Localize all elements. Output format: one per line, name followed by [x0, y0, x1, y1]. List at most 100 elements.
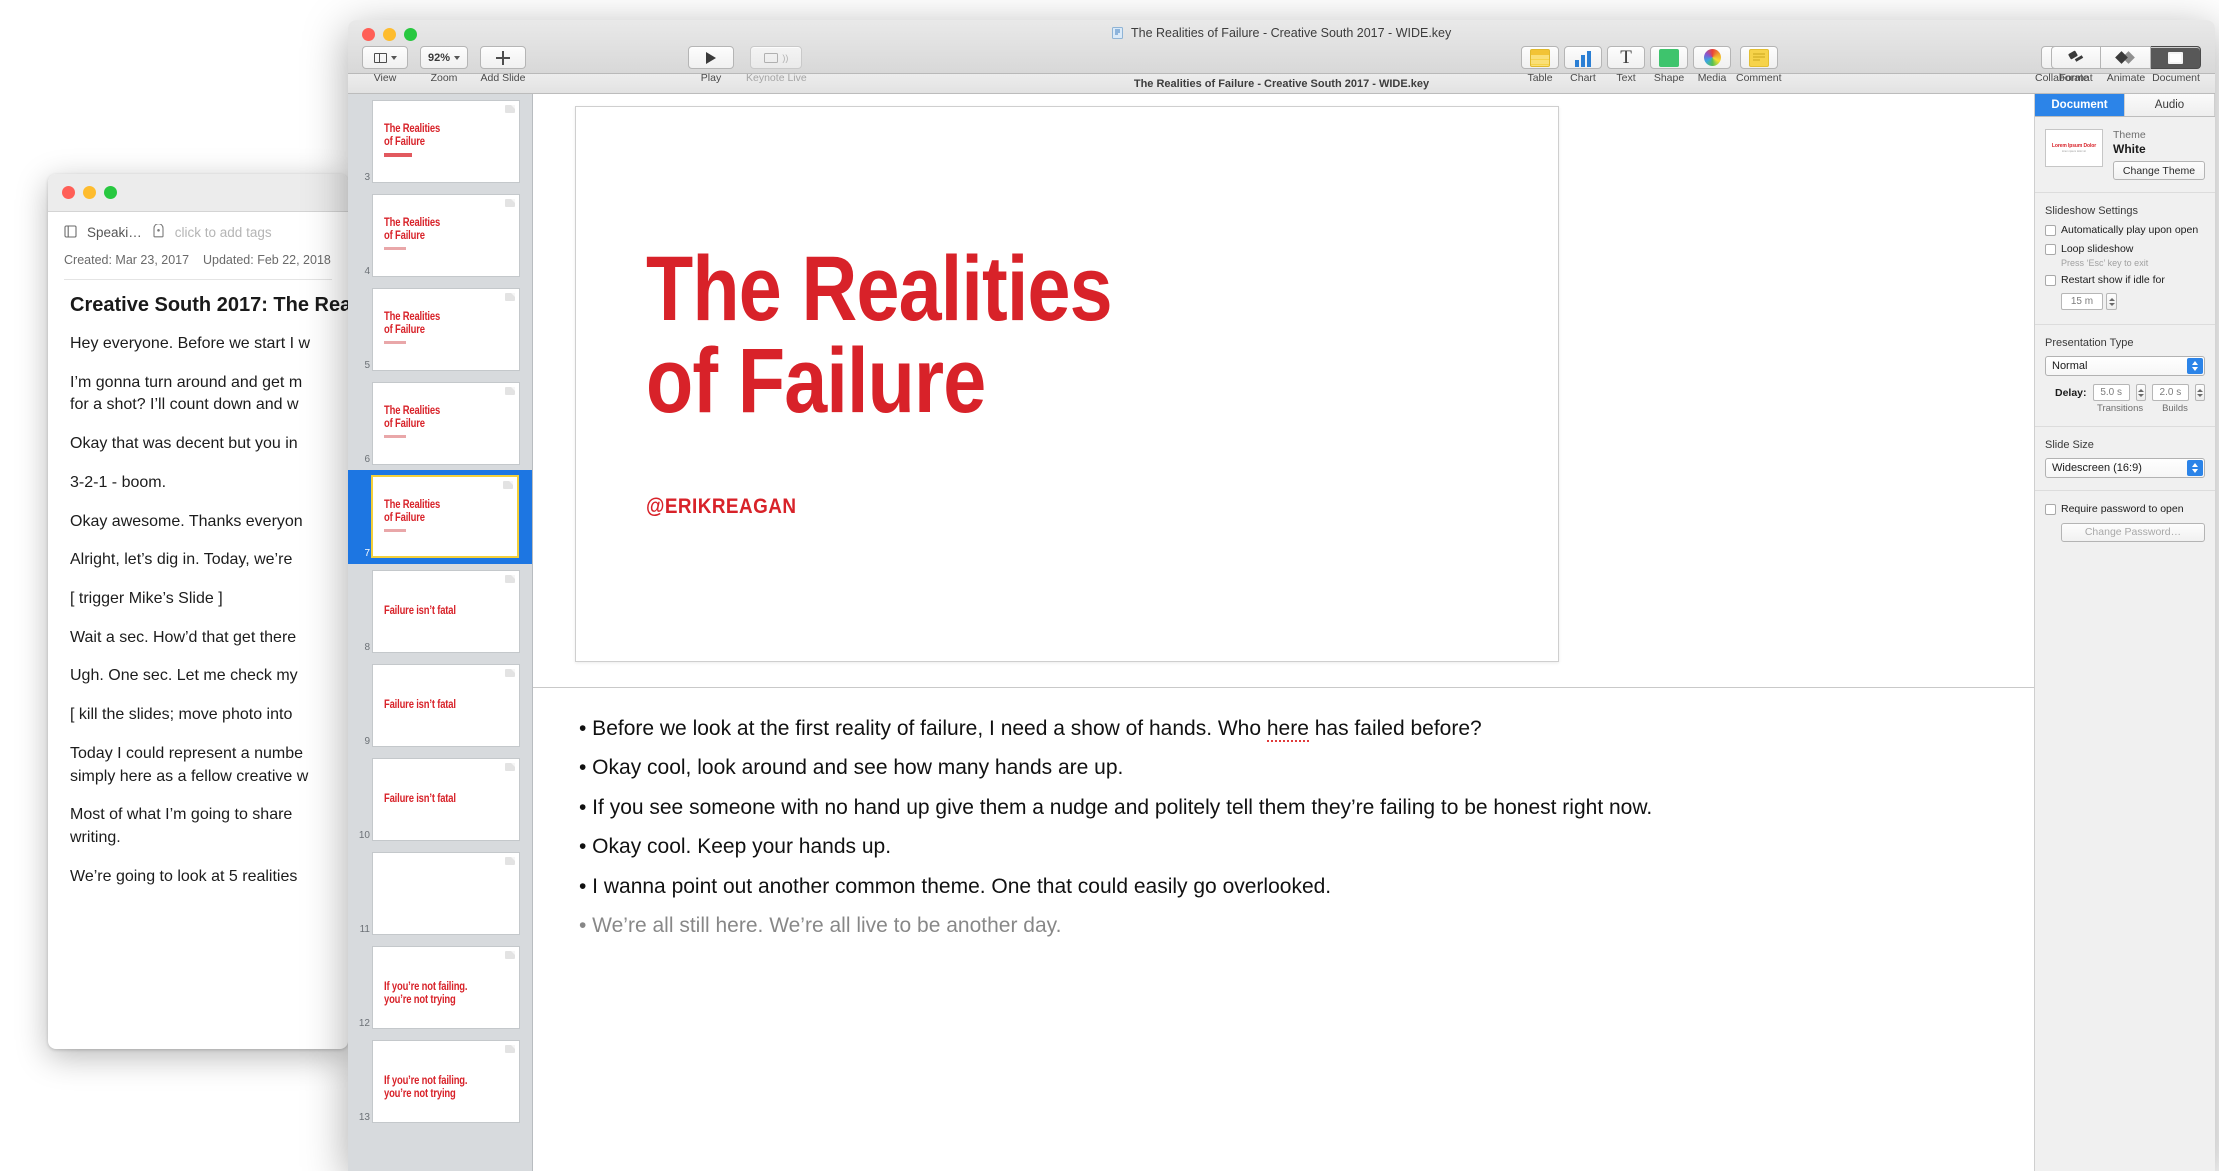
- loop-slideshow-checkbox[interactable]: [2045, 244, 2056, 256]
- restart-idle-value[interactable]: 15 m: [2061, 293, 2103, 311]
- slide-thumbnail-12[interactable]: 12 If you’re not failing. you’re not tryin…: [348, 940, 532, 1034]
- slide-thumbnail-7[interactable]: 7 The Realities of Failure: [348, 470, 532, 564]
- restart-idle-stepper[interactable]: [2106, 293, 2117, 311]
- maximize-icon[interactable]: [104, 186, 117, 199]
- slide-thumbnail-image[interactable]: If you’re not failing. you’re not trying: [372, 1040, 520, 1123]
- restart-idle-stepper-row[interactable]: 15 m: [2061, 293, 2205, 311]
- inspector-tabs[interactable]: Document Audio: [2035, 94, 2215, 117]
- note-paragraph: I’m gonna turn around and get m for a sho…: [70, 373, 303, 414]
- table-button[interactable]: Table: [1521, 46, 1559, 84]
- keynote-live-label: Keynote Live: [746, 72, 807, 84]
- text-button[interactable]: T Text: [1607, 46, 1645, 84]
- presenter-notes-pane[interactable]: • Before we look at the first reality of…: [533, 687, 2034, 1171]
- presentation-type-select[interactable]: Normal: [2045, 356, 2205, 377]
- keynote-live-button[interactable]: )) Keynote Live: [746, 46, 807, 84]
- builds-delay-stepper[interactable]: [2195, 384, 2205, 402]
- format-inspector-button[interactable]: Format: [2051, 46, 2101, 84]
- slide-thumbnail-image[interactable]: The Realities of Failure: [372, 382, 520, 465]
- thumbnail-handle: [384, 529, 406, 532]
- presenter-note-line: • Before we look at the first reality of…: [579, 717, 1482, 742]
- close-icon[interactable]: [62, 186, 75, 199]
- theme-thumbnail[interactable]: Lorem Ipsum Dolor lorem ipsum dolor sit: [2045, 129, 2103, 167]
- slide-thumbnail-10[interactable]: 10 Failure isn’t fatal: [348, 752, 532, 846]
- transitions-delay-stepper[interactable]: [2135, 384, 2146, 402]
- require-password-row[interactable]: Require password to open: [2045, 503, 2205, 516]
- slide-handle-text[interactable]: @ERIKREAGAN: [646, 495, 796, 519]
- document-inspector[interactable]: Document Audio Lorem Ipsum Dolor lorem i…: [2035, 94, 2215, 1171]
- notes-window-titlebar[interactable]: [48, 174, 348, 212]
- slide-thumbnail-image[interactable]: The Realities of Failure: [372, 288, 520, 371]
- slide-number: 8: [364, 642, 370, 653]
- notebook-name[interactable]: Speaki…: [87, 225, 142, 240]
- tags-input[interactable]: click to add tags: [175, 225, 272, 240]
- slide-thumbnail-image[interactable]: The Realities of Failure: [371, 475, 519, 558]
- toolbar-inspector-group: Format Animate Document: [2051, 46, 2201, 84]
- zoom-button[interactable]: 92% Zoom: [420, 46, 468, 84]
- slide-thumbnail-image[interactable]: Failure isn’t fatal: [372, 758, 520, 841]
- document-inspector-button[interactable]: Document: [2151, 46, 2201, 84]
- slide-thumbnail-image[interactable]: Failure isn’t fatal: [372, 570, 520, 653]
- notes-window[interactable]: Speaki… click to add tags Created: Mar 2…: [48, 174, 348, 1049]
- slide-number: 10: [358, 830, 370, 841]
- notes-body[interactable]: Creative South 2017: The Real Hey everyo…: [48, 280, 348, 889]
- play-button[interactable]: Play: [688, 46, 734, 84]
- slide-canvas-area[interactable]: The Realities of Failure @ERIKREAGAN: [533, 94, 2034, 687]
- slide-thumbnail-13[interactable]: 13 If you’re not failing. you’re not tryin…: [348, 1034, 532, 1128]
- keynote-window[interactable]: The Realities of Failure - Creative Sout…: [348, 20, 2215, 1171]
- slide-thumbnail-6[interactable]: 6 The Realities of Failure: [348, 376, 532, 470]
- change-password-button[interactable]: Change Password…: [2061, 522, 2205, 542]
- chart-button[interactable]: Chart: [1564, 46, 1602, 84]
- auto-play-label: Automatically play upon open: [2061, 224, 2199, 236]
- slide-number: 11: [359, 924, 370, 935]
- thumbnail-title: The Realities of Failure: [384, 123, 441, 148]
- tab-audio[interactable]: Audio: [2125, 94, 2215, 116]
- add-slide-button[interactable]: Add Slide: [480, 46, 526, 84]
- slide-size-select[interactable]: Widescreen (16:9): [2045, 458, 2205, 479]
- slide-thumbnail-image[interactable]: The Realities of Failure: [372, 194, 520, 277]
- auto-play-row[interactable]: Automatically play upon open: [2045, 224, 2205, 237]
- require-password-checkbox[interactable]: [2045, 504, 2056, 516]
- slide-thumbnail-11[interactable]: 11: [348, 846, 532, 940]
- change-theme-button[interactable]: Change Theme: [2113, 161, 2205, 180]
- animate-inspector-button[interactable]: Animate: [2101, 46, 2151, 84]
- auto-play-checkbox[interactable]: [2045, 225, 2056, 236]
- loop-slideshow-row[interactable]: Loop slideshow: [2045, 243, 2205, 256]
- theme-section: Lorem Ipsum Dolor lorem ipsum dolor sit …: [2035, 117, 2215, 193]
- builds-delay-value[interactable]: 2.0 s: [2151, 384, 2190, 402]
- presenter-note-line: • If you see someone with no hand up giv…: [579, 795, 1653, 819]
- comment-button[interactable]: Comment: [1736, 46, 1782, 84]
- comment-label: Comment: [1736, 72, 1782, 84]
- tab-document[interactable]: Document: [2035, 94, 2125, 116]
- slide-thumbnail-5[interactable]: 5 The Realities of Failure: [348, 282, 532, 376]
- tag-icon[interactable]: [152, 223, 165, 241]
- restart-idle-row[interactable]: Restart show if idle for: [2045, 274, 2205, 287]
- slide-title[interactable]: The Realities of Failure: [646, 243, 1113, 427]
- keynote-toolbar[interactable]: The Realities of Failure - Creative Sout…: [348, 20, 2215, 84]
- slide-thumbnail-image[interactable]: If you’re not failing. you’re not trying: [372, 946, 520, 1029]
- media-button[interactable]: Media: [1693, 46, 1731, 84]
- thumbnail-title: Failure isn’t fatal: [384, 699, 456, 711]
- slide-thumbnail-9[interactable]: 9 Failure isn’t fatal: [348, 658, 532, 752]
- chevron-down-icon: [454, 55, 461, 60]
- notebook-icon: [64, 224, 77, 241]
- restart-idle-checkbox[interactable]: [2045, 275, 2056, 287]
- transitions-delay-value[interactable]: 5.0 s: [2092, 384, 2130, 402]
- slide-canvas[interactable]: The Realities of Failure @ERIKREAGAN: [575, 106, 1559, 662]
- minimize-icon[interactable]: [83, 186, 96, 199]
- view-button[interactable]: View: [362, 46, 408, 84]
- note-paragraph: We’re going to look at 5 realities: [70, 867, 298, 885]
- note-paragraph: Wait a sec. How’d that get there: [70, 628, 297, 646]
- slide-thumbnail-4[interactable]: 4 The Realities of Failure: [348, 188, 532, 282]
- shape-button[interactable]: Shape: [1650, 46, 1688, 84]
- window-title-text: The Realities of Failure - Creative Sout…: [1130, 26, 1452, 40]
- thumbnail-handle: [384, 435, 406, 438]
- slide-number: 6: [364, 454, 370, 465]
- slide-thumbnail-image[interactable]: Failure isn’t fatal: [372, 664, 520, 747]
- play-icon: [706, 51, 716, 64]
- note-title: Creative South 2017: The Real: [70, 294, 348, 316]
- slide-thumbnail-3[interactable]: 3 The Realities of Failure: [348, 94, 532, 188]
- slide-thumbnail-8[interactable]: 8 Failure isn’t fatal: [348, 564, 532, 658]
- slide-navigator[interactable]: 3 The Realities of Failure 4 The Realities of…: [348, 94, 533, 1171]
- slide-thumbnail-image[interactable]: [372, 852, 520, 935]
- slide-thumbnail-image[interactable]: The Realities of Failure: [372, 100, 520, 183]
